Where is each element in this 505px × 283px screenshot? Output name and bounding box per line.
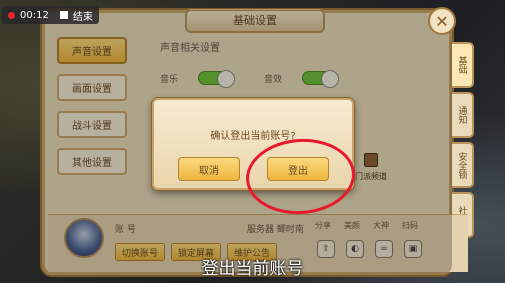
tab-security-lock[interactable]: 安全锁 bbox=[450, 142, 474, 188]
close-button[interactable]: ✕ bbox=[428, 7, 456, 35]
recording-time: 00:12 bbox=[20, 9, 49, 21]
tab-basic[interactable]: 基础 bbox=[450, 42, 474, 88]
screen-recording-bar[interactable]: 00:12 结束 bbox=[2, 6, 99, 24]
video-caption: 登出当前账号 bbox=[201, 259, 304, 279]
close-icon: ✕ bbox=[435, 11, 449, 31]
cancel-button[interactable]: 取消 bbox=[178, 157, 240, 181]
right-tab-bar: 基础 通知 安全锁 社区 bbox=[450, 42, 474, 238]
guild-channel-option[interactable]: 门派频道 bbox=[355, 153, 387, 182]
recording-indicator-icon bbox=[8, 11, 15, 19]
stop-icon[interactable] bbox=[59, 11, 68, 19]
guild-channel-label: 门派频道 bbox=[355, 172, 387, 181]
stop-recording-label[interactable]: 结束 bbox=[73, 8, 93, 23]
guild-channel-checkbox[interactable] bbox=[364, 153, 378, 167]
dialog-message: 确认登出当前账号? bbox=[210, 131, 296, 142]
tab-notification[interactable]: 通知 bbox=[450, 92, 474, 138]
